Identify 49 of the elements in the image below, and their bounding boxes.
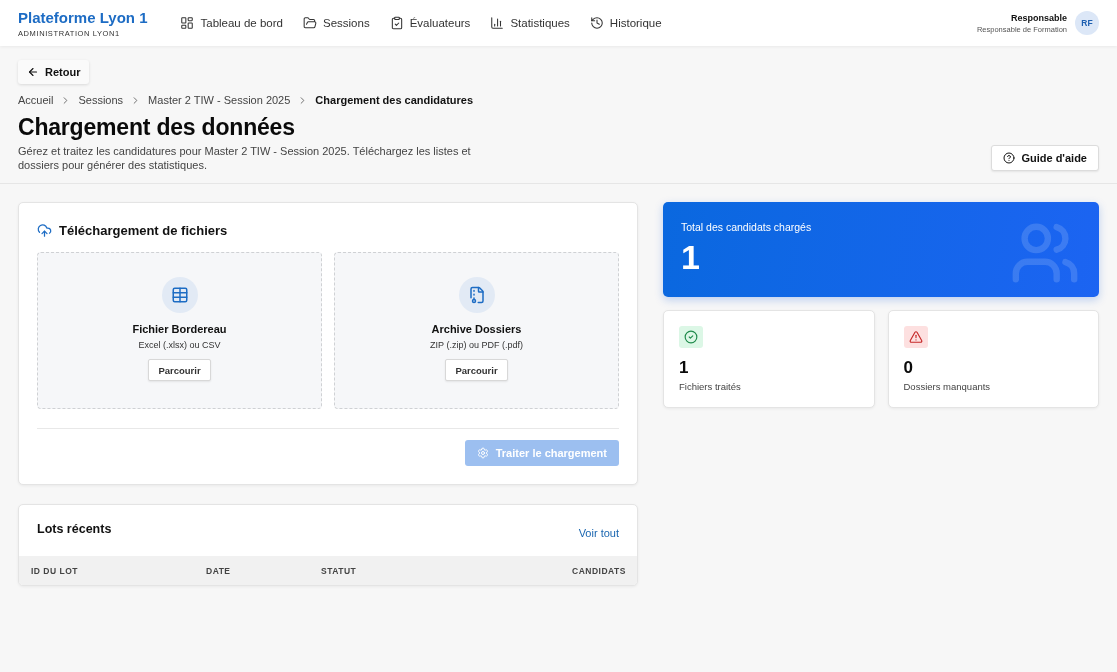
nav-item[interactable]: Tableau de bord xyxy=(180,16,283,30)
page-description: Gérez et traitez les candidatures pour Master 2 TIW - Session 2025. Téléchargez les listes et dossiers pour générer des statistiques. xyxy=(18,144,472,172)
zone-formats: ZIP (.zip) ou PDF (.pdf) xyxy=(430,340,523,350)
drop-zone[interactable]: Archive Dossiers ZIP (.zip) ou PDF (.pdf) Parcourir xyxy=(334,252,619,409)
cloud-upload-icon xyxy=(37,223,52,238)
nav-item[interactable]: Statistiques xyxy=(490,16,570,30)
user-name: Responsable xyxy=(1010,12,1067,23)
dashboard-icon xyxy=(180,16,195,30)
recent-title: Lots récents xyxy=(37,521,112,536)
summary-label: Total des candidats chargés xyxy=(681,221,812,233)
column-header: STATUT xyxy=(321,565,358,576)
breadcrumb-link[interactable]: Accueil xyxy=(18,94,54,106)
help-icon xyxy=(1003,152,1016,164)
stat-value: 1 xyxy=(679,358,689,378)
bar-chart-icon xyxy=(490,16,505,30)
column-header: ID DU LOT xyxy=(31,565,79,576)
column-header: CANDIDATS xyxy=(572,565,626,576)
browse-button[interactable]: Parcourir xyxy=(445,359,508,381)
nav-item[interactable]: Sessions xyxy=(302,16,370,30)
current-page-label: Chargement des candidatures xyxy=(315,94,474,106)
column-header: DATE xyxy=(206,565,232,576)
zone-title: Fichier Bordereau xyxy=(132,323,227,335)
file-archive-icon xyxy=(458,277,495,313)
table-icon xyxy=(161,277,198,313)
view-all-link[interactable]: Voir tout xyxy=(578,526,619,539)
history-icon xyxy=(589,16,604,30)
user-avatar[interactable]: RF xyxy=(1075,11,1099,35)
breadcrumb-link[interactable]: Master 2 TIW - Session 2025 xyxy=(148,94,291,106)
upload-title: Téléchargement de fichiers xyxy=(59,223,228,238)
nav-item[interactable]: Évaluateurs xyxy=(389,16,471,30)
browse-button[interactable]: Parcourir xyxy=(148,359,211,381)
back-button[interactable]: Retour xyxy=(18,60,90,84)
page-title: Chargement des données xyxy=(18,114,295,140)
nav-item[interactable]: Historique xyxy=(589,16,662,30)
arrow-left-icon xyxy=(27,66,39,78)
help-guide-button[interactable]: Guide d'aide xyxy=(991,145,1099,171)
summary-value: 1 xyxy=(681,239,700,275)
stat-label: Fichiers traités xyxy=(679,381,741,392)
drop-zone[interactable]: Fichier Bordereau Excel (.xlsx) ou CSV Parcourir xyxy=(37,252,322,409)
zone-formats: Excel (.xlsx) ou CSV xyxy=(138,340,221,350)
brand-title: Plateforme Lyon 1 xyxy=(18,8,148,26)
folder-icon xyxy=(302,16,317,30)
stat-label: Dossiers manquants xyxy=(903,381,991,392)
warning-icon xyxy=(903,326,928,348)
stat-value: 0 xyxy=(903,358,913,378)
breadcrumb-link[interactable]: Sessions xyxy=(78,94,124,106)
gear-icon xyxy=(476,447,489,459)
zone-title: Archive Dossiers xyxy=(431,323,522,335)
clipboard-check-icon xyxy=(389,16,404,30)
